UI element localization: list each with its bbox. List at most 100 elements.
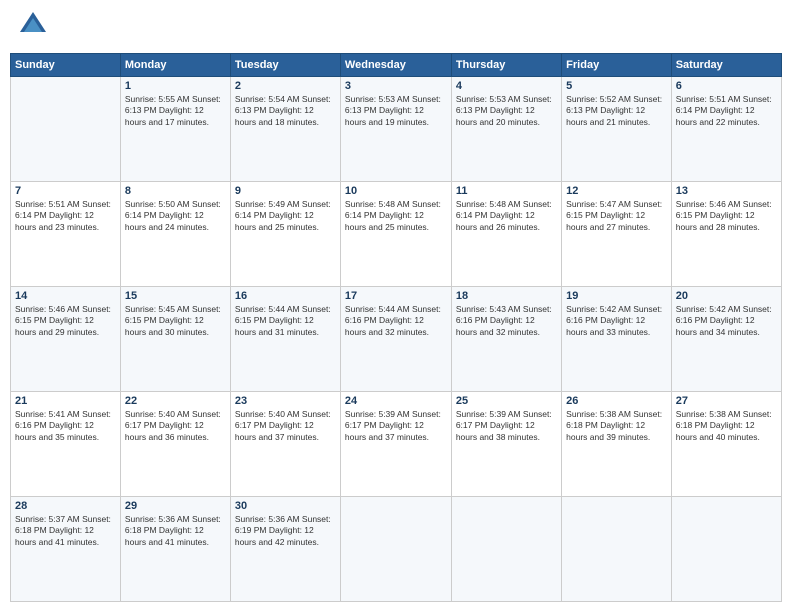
day-cell: 26Sunrise: 5:38 AM Sunset: 6:18 PM Dayli…	[562, 392, 672, 497]
day-number: 14	[15, 290, 116, 302]
day-cell: 27 Sunrise: 5:38 AM Sunset: 6:18 PM Dayli…	[671, 392, 781, 497]
day-cell: 7 Sunrise: 5:51 AM Sunset: 6:14 PM Daylig…	[11, 182, 121, 287]
day-cell	[340, 497, 451, 602]
day-info: Sunrise: 5:53 AM Sunset: 6:13 PM Dayligh…	[345, 94, 447, 128]
day-info: Sunrise: 5:39 AM Sunset: 6:17 PM Dayligh…	[456, 409, 557, 443]
col-monday: Monday	[120, 54, 230, 77]
day-info: Sunrise: 5:43 AM Sunset: 6:16 PM Dayligh…	[456, 304, 557, 338]
day-cell: 28 Sunrise: 5:37 AM Sunset: 6:18 PM Dayli…	[11, 497, 121, 602]
day-number: 25	[456, 395, 557, 407]
day-cell: 24Sunrise: 5:39 AM Sunset: 6:17 PM Dayli…	[340, 392, 451, 497]
day-number: 1	[125, 80, 226, 92]
col-friday: Friday	[562, 54, 672, 77]
day-number: 4	[456, 80, 557, 92]
day-info: Sunrise: 5:48 AM Sunset: 6:14 PM Dayligh…	[345, 199, 447, 233]
week-row-1: 1 Sunrise: 5:55 AM Sunset: 6:13 PM Daylig…	[11, 77, 782, 182]
col-tuesday: Tuesday	[230, 54, 340, 77]
day-number: 27	[676, 395, 777, 407]
day-info: Sunrise: 5:46 AM Sunset: 6:15 PM Dayligh…	[676, 199, 777, 233]
day-info: Sunrise: 5:38 AM Sunset: 6:18 PM Dayligh…	[676, 409, 777, 443]
day-info: Sunrise: 5:38 AM Sunset: 6:18 PM Dayligh…	[566, 409, 667, 443]
day-number: 3	[345, 80, 447, 92]
day-cell: 1 Sunrise: 5:55 AM Sunset: 6:13 PM Daylig…	[120, 77, 230, 182]
day-number: 28	[15, 500, 116, 512]
day-info: Sunrise: 5:49 AM Sunset: 6:14 PM Dayligh…	[235, 199, 336, 233]
day-number: 11	[456, 185, 557, 197]
day-number: 2	[235, 80, 336, 92]
day-number: 13	[676, 185, 777, 197]
day-cell: 30 Sunrise: 5:36 AM Sunset: 6:19 PM Dayli…	[230, 497, 340, 602]
day-number: 10	[345, 185, 447, 197]
day-number: 17	[345, 290, 447, 302]
day-number: 24	[345, 395, 447, 407]
day-number: 21	[15, 395, 116, 407]
col-wednesday: Wednesday	[340, 54, 451, 77]
day-number: 9	[235, 185, 336, 197]
day-info: Sunrise: 5:50 AM Sunset: 6:14 PM Dayligh…	[125, 199, 226, 233]
day-info: Sunrise: 5:37 AM Sunset: 6:18 PM Dayligh…	[15, 514, 116, 548]
day-cell: 20 Sunrise: 5:42 AM Sunset: 6:16 PM Dayli…	[671, 287, 781, 392]
logo-icon	[18, 10, 48, 45]
day-number: 12	[566, 185, 667, 197]
day-cell	[671, 497, 781, 602]
day-info: Sunrise: 5:45 AM Sunset: 6:15 PM Dayligh…	[125, 304, 226, 338]
day-cell: 6 Sunrise: 5:51 AM Sunset: 6:14 PM Daylig…	[671, 77, 781, 182]
day-info: Sunrise: 5:41 AM Sunset: 6:16 PM Dayligh…	[15, 409, 116, 443]
day-cell: 3 Sunrise: 5:53 AM Sunset: 6:13 PM Daylig…	[340, 77, 451, 182]
day-cell: 2 Sunrise: 5:54 AM Sunset: 6:13 PM Daylig…	[230, 77, 340, 182]
day-info: Sunrise: 5:53 AM Sunset: 6:13 PM Dayligh…	[456, 94, 557, 128]
day-number: 5	[566, 80, 667, 92]
day-number: 7	[15, 185, 116, 197]
day-cell: 9 Sunrise: 5:49 AM Sunset: 6:14 PM Daylig…	[230, 182, 340, 287]
day-info: Sunrise: 5:42 AM Sunset: 6:16 PM Dayligh…	[566, 304, 667, 338]
day-cell	[11, 77, 121, 182]
day-cell: 4 Sunrise: 5:53 AM Sunset: 6:13 PM Daylig…	[451, 77, 561, 182]
day-number: 29	[125, 500, 226, 512]
day-cell: 22 Sunrise: 5:40 AM Sunset: 6:17 PM Dayli…	[120, 392, 230, 497]
day-number: 6	[676, 80, 777, 92]
day-info: Sunrise: 5:36 AM Sunset: 6:18 PM Dayligh…	[125, 514, 226, 548]
day-info: Sunrise: 5:44 AM Sunset: 6:16 PM Dayligh…	[345, 304, 447, 338]
day-cell: 18 Sunrise: 5:43 AM Sunset: 6:16 PM Dayli…	[451, 287, 561, 392]
day-info: Sunrise: 5:51 AM Sunset: 6:14 PM Dayligh…	[676, 94, 777, 128]
day-cell	[451, 497, 561, 602]
day-info: Sunrise: 5:44 AM Sunset: 6:15 PM Dayligh…	[235, 304, 336, 338]
day-number: 20	[676, 290, 777, 302]
day-number: 16	[235, 290, 336, 302]
day-number: 22	[125, 395, 226, 407]
day-cell: 25 Sunrise: 5:39 AM Sunset: 6:17 PM Dayli…	[451, 392, 561, 497]
col-saturday: Saturday	[671, 54, 781, 77]
header	[10, 10, 782, 45]
day-number: 30	[235, 500, 336, 512]
day-cell: 29 Sunrise: 5:36 AM Sunset: 6:18 PM Dayli…	[120, 497, 230, 602]
logo	[14, 10, 48, 45]
day-info: Sunrise: 5:51 AM Sunset: 6:14 PM Dayligh…	[15, 199, 116, 233]
week-row-5: 28 Sunrise: 5:37 AM Sunset: 6:18 PM Dayli…	[11, 497, 782, 602]
day-cell: 19 Sunrise: 5:42 AM Sunset: 6:16 PM Dayli…	[562, 287, 672, 392]
day-cell	[562, 497, 672, 602]
day-number: 8	[125, 185, 226, 197]
week-row-4: 21 Sunrise: 5:41 AM Sunset: 6:16 PM Dayli…	[11, 392, 782, 497]
day-info: Sunrise: 5:42 AM Sunset: 6:16 PM Dayligh…	[676, 304, 777, 338]
day-cell: 13 Sunrise: 5:46 AM Sunset: 6:15 PM Dayli…	[671, 182, 781, 287]
day-cell: 11 Sunrise: 5:48 AM Sunset: 6:14 PM Dayli…	[451, 182, 561, 287]
week-row-3: 14Sunrise: 5:46 AM Sunset: 6:15 PM Dayli…	[11, 287, 782, 392]
day-info: Sunrise: 5:52 AM Sunset: 6:13 PM Dayligh…	[566, 94, 667, 128]
day-number: 19	[566, 290, 667, 302]
day-info: Sunrise: 5:54 AM Sunset: 6:13 PM Dayligh…	[235, 94, 336, 128]
day-number: 18	[456, 290, 557, 302]
day-cell: 8 Sunrise: 5:50 AM Sunset: 6:14 PM Daylig…	[120, 182, 230, 287]
day-cell: 23Sunrise: 5:40 AM Sunset: 6:17 PM Dayli…	[230, 392, 340, 497]
day-cell: 12Sunrise: 5:47 AM Sunset: 6:15 PM Dayli…	[562, 182, 672, 287]
day-info: Sunrise: 5:36 AM Sunset: 6:19 PM Dayligh…	[235, 514, 336, 548]
day-cell: 14Sunrise: 5:46 AM Sunset: 6:15 PM Dayli…	[11, 287, 121, 392]
day-cell: 5 Sunrise: 5:52 AM Sunset: 6:13 PM Daylig…	[562, 77, 672, 182]
day-info: Sunrise: 5:55 AM Sunset: 6:13 PM Dayligh…	[125, 94, 226, 128]
day-info: Sunrise: 5:48 AM Sunset: 6:14 PM Dayligh…	[456, 199, 557, 233]
calendar-table: Sunday Monday Tuesday Wednesday Thursday…	[10, 53, 782, 602]
col-sunday: Sunday	[11, 54, 121, 77]
day-cell: 15Sunrise: 5:45 AM Sunset: 6:15 PM Dayli…	[120, 287, 230, 392]
day-info: Sunrise: 5:40 AM Sunset: 6:17 PM Dayligh…	[125, 409, 226, 443]
col-thursday: Thursday	[451, 54, 561, 77]
day-cell: 17 Sunrise: 5:44 AM Sunset: 6:16 PM Dayli…	[340, 287, 451, 392]
